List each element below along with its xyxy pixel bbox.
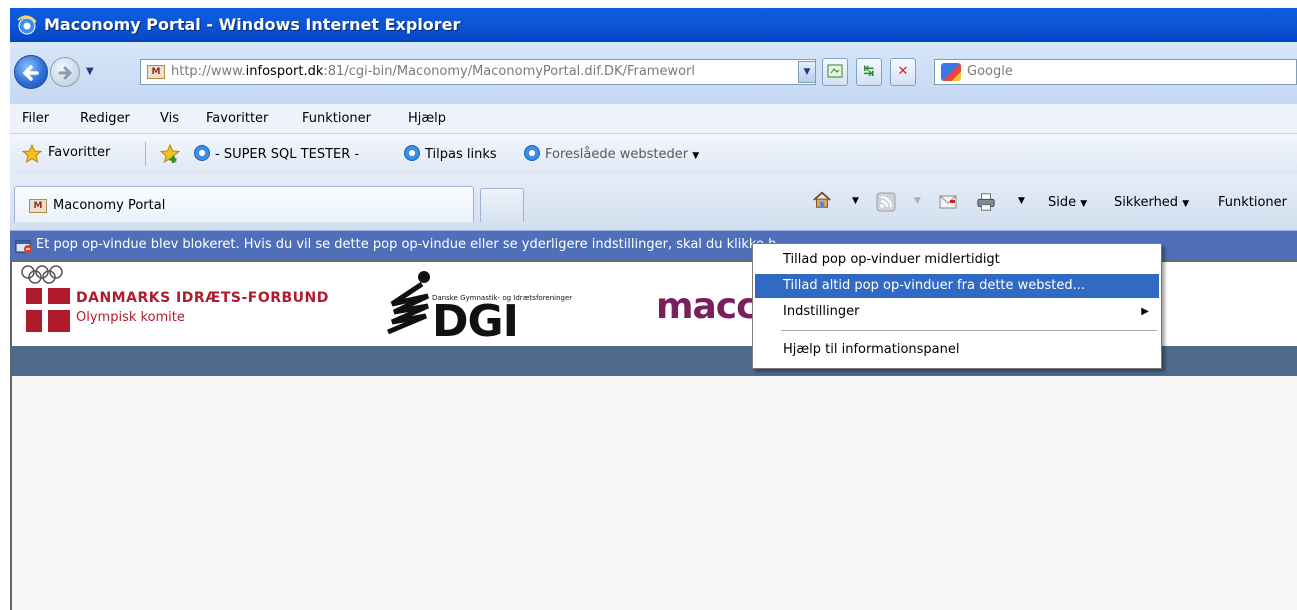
- stop-icon: ✕: [897, 64, 909, 79]
- print-chevron-down-icon[interactable]: ▼: [1018, 196, 1025, 206]
- menu-item-always-allow[interactable]: Tillad altid pop op-vinduer fra dette we…: [755, 274, 1159, 298]
- dgi-figure-logo: [387, 271, 430, 335]
- menu-bar: Filer Rediger Vis Favoritter Funktioner …: [10, 104, 1297, 134]
- information-bar-text: Et pop op-vindue blev blokeret. Hvis du …: [36, 237, 777, 252]
- search-input[interactable]: Google: [934, 59, 1297, 85]
- forward-button[interactable]: [50, 57, 80, 87]
- favorites-button[interactable]: Favoritter: [48, 145, 110, 160]
- forward-arrow-icon: [58, 66, 73, 80]
- address-url: http://www.infosport.dk:81/cgi-bin/Macon…: [171, 64, 695, 79]
- add-to-favorites-star-icon[interactable]: [160, 144, 180, 164]
- favorites-bar: Favoritter - SUPER SQL TESTER - Tilpas l…: [10, 134, 1297, 174]
- menu-item-allow-temporarily[interactable]: Tillad pop op-vinduer midlertidigt: [755, 248, 1159, 272]
- maconomy-favicon-icon: M: [29, 199, 47, 213]
- suggested-sites-link[interactable]: Foreslåede websteder ▼: [524, 145, 699, 162]
- dif-flag-logo: [26, 288, 70, 332]
- title-bar[interactable]: Maconomy Portal - Windows Internet Explo…: [10, 8, 1297, 42]
- favorite-link-tilpas-links[interactable]: Tilpas links: [404, 145, 497, 162]
- recent-pages-chevron-down-icon[interactable]: ▼: [86, 66, 94, 77]
- popup-context-menu: Tillad pop op-vinduer midlertidigt Tilla…: [752, 243, 1162, 369]
- favorite-link-super-sql-tester[interactable]: - SUPER SQL TESTER -: [194, 145, 359, 162]
- refresh-icon: ↹: [863, 64, 875, 79]
- back-button[interactable]: [14, 55, 48, 89]
- suggested-sites-chevron-down-icon: ▼: [692, 151, 700, 161]
- tab-maconomy-portal[interactable]: M Maconomy Portal: [14, 186, 474, 222]
- stop-button[interactable]: ✕: [890, 58, 916, 86]
- search-placeholder: Google: [967, 64, 1013, 79]
- menu-item-settings[interactable]: Indstillinger ▶: [755, 300, 1159, 324]
- address-input[interactable]: M http://www.infosport.dk:81/cgi-bin/Mac…: [140, 59, 816, 85]
- menu-help[interactable]: Hjælp: [408, 111, 446, 126]
- security-chevron-down-icon: ▼: [1182, 199, 1190, 209]
- internet-explorer-icon: [17, 15, 37, 35]
- submenu-arrow-icon: ▶: [1141, 306, 1149, 317]
- address-dropdown-chevron-down-icon[interactable]: ▼: [798, 61, 816, 83]
- new-tab-button[interactable]: [480, 188, 524, 222]
- ie-page-icon: [194, 145, 210, 161]
- maconomy-favicon-icon: M: [147, 65, 165, 79]
- page-chevron-down-icon: ▼: [1080, 199, 1088, 209]
- olympic-rings-icon: [21, 265, 63, 284]
- refresh-button[interactable]: ↹: [856, 58, 882, 86]
- tab-bar: M Maconomy Portal ▼ ▼ ▼ Side ▼ Sikkerhed…: [10, 174, 1297, 230]
- ie-page-icon: [404, 145, 420, 161]
- menu-tools[interactable]: Funktioner: [302, 111, 371, 126]
- menu-file[interactable]: Filer: [22, 111, 49, 126]
- favorites-separator: [145, 142, 146, 166]
- feeds-chevron-down-icon[interactable]: ▼: [914, 196, 921, 206]
- suggested-sites-icon: [524, 145, 540, 161]
- navigation-bar: ▼ M http://www.infosport.dk:81/cgi-bin/M…: [10, 42, 1297, 104]
- feeds-icon[interactable]: [876, 192, 896, 212]
- menu-view[interactable]: Vis: [160, 111, 179, 126]
- menu-edit[interactable]: Rediger: [80, 111, 130, 126]
- print-icon[interactable]: [976, 192, 996, 212]
- maconomy-logo: macc: [656, 286, 757, 327]
- read-mail-icon[interactable]: [938, 192, 958, 212]
- google-icon: [941, 63, 961, 81]
- compatibility-view-icon: [827, 64, 843, 78]
- menu-item-info-bar-help[interactable]: Hjælp til informationspanel: [755, 338, 1159, 362]
- dif-name: DANMARKS IDRÆTS-FORBUND: [76, 290, 329, 306]
- dif-subtitle: Olympisk komite: [76, 310, 185, 325]
- page-menu-button[interactable]: Side ▼: [1048, 195, 1087, 210]
- compatibility-view-button[interactable]: [822, 58, 848, 86]
- back-arrow-icon: [22, 65, 39, 81]
- menu-favorites[interactable]: Favoritter: [206, 111, 268, 126]
- favorites-star-icon: [22, 144, 42, 164]
- dgi-logo-text: DGI: [432, 296, 519, 347]
- tab-label: Maconomy Portal: [53, 198, 166, 213]
- window-title: Maconomy Portal - Windows Internet Explo…: [44, 15, 461, 34]
- menu-separator: [781, 330, 1157, 331]
- tools-menu-button[interactable]: Funktioner: [1218, 195, 1287, 210]
- security-menu-button[interactable]: Sikkerhed ▼: [1114, 195, 1189, 210]
- popup-blocked-icon: [15, 240, 32, 253]
- home-icon[interactable]: [812, 190, 832, 210]
- home-chevron-down-icon[interactable]: ▼: [852, 196, 859, 206]
